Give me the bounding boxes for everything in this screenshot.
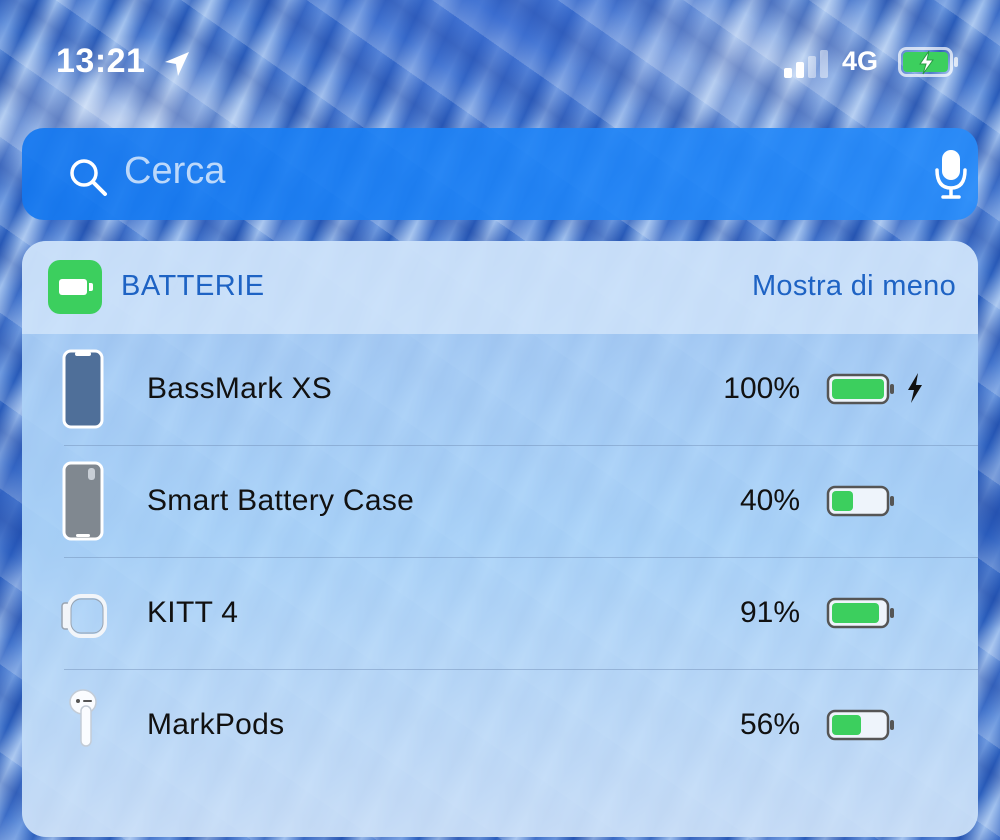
battery-level-icon xyxy=(826,485,894,517)
watch-icon xyxy=(61,594,107,638)
device-name: BassMark XS xyxy=(147,372,333,405)
widget-title: BATTERIE xyxy=(121,270,265,302)
iphone-icon xyxy=(62,349,104,429)
device-percent: 100% xyxy=(723,372,800,405)
charging-bolt-icon xyxy=(908,373,922,403)
network-type: 4G xyxy=(842,46,879,76)
device-percent: 40% xyxy=(739,484,800,517)
batteries-widget: BATTERIE Mostra di meno BassMark XS 100% xyxy=(22,241,978,837)
device-row: BassMark XS 100% xyxy=(22,334,978,446)
battery-level-icon xyxy=(826,709,894,741)
airpod-icon xyxy=(69,689,97,747)
device-name: Smart Battery Case xyxy=(147,484,415,517)
device-name: MarkPods xyxy=(147,708,285,741)
device-row: KITT 4 91% xyxy=(22,558,978,670)
battery-level-icon xyxy=(826,597,894,629)
cellular-signal-icon xyxy=(784,48,830,78)
device-percent: 56% xyxy=(739,708,800,741)
device-name: KITT 4 xyxy=(147,596,239,629)
status-bar: 13:21 4G xyxy=(0,40,1000,90)
status-battery-charging-icon xyxy=(898,47,958,77)
batteries-app-icon xyxy=(48,260,102,314)
search-icon xyxy=(70,159,107,196)
search-input[interactable]: Cerca xyxy=(124,150,225,193)
microphone-icon[interactable] xyxy=(934,148,968,200)
location-arrow-icon xyxy=(165,52,189,76)
status-time: 13:21 xyxy=(56,42,146,80)
device-percent: 91% xyxy=(739,596,800,629)
device-row: Smart Battery Case 40% xyxy=(22,446,978,558)
battery-case-icon xyxy=(62,461,104,541)
battery-level-icon xyxy=(826,373,894,405)
search-bar[interactable]: Cerca xyxy=(22,128,978,220)
device-list: BassMark XS 100% Smart Battery Case 40% xyxy=(22,334,978,782)
widget-header: BATTERIE Mostra di meno xyxy=(22,241,978,334)
show-less-button[interactable]: Mostra di meno xyxy=(752,270,956,303)
device-row: MarkPods 56% xyxy=(22,670,978,782)
